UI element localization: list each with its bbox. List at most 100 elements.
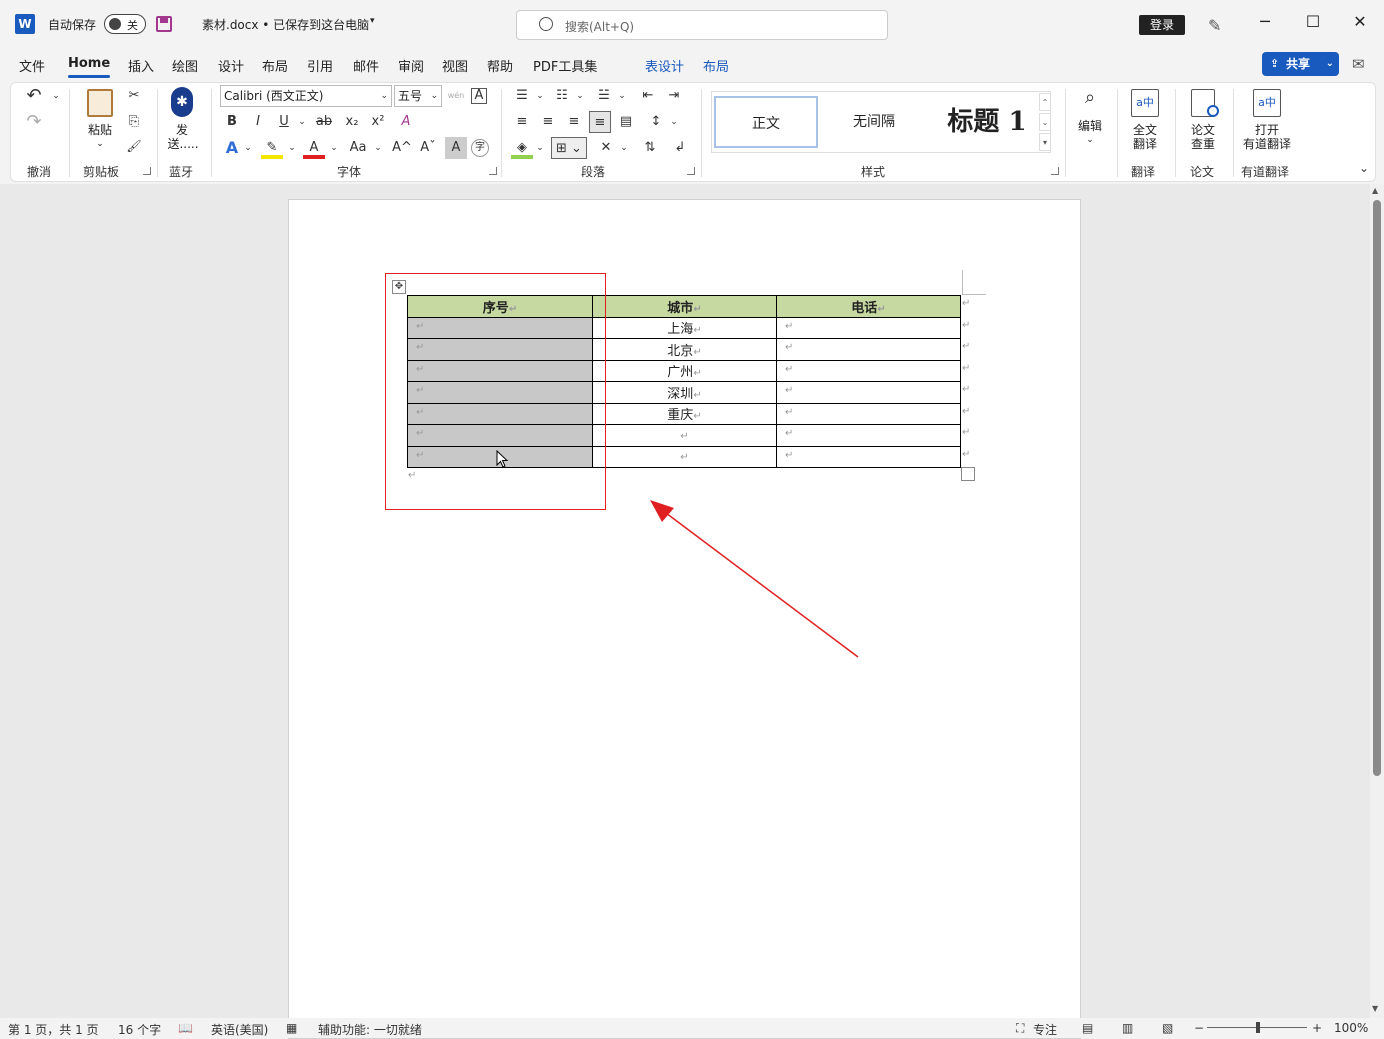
bold-button[interactable]: B [221,111,243,133]
table-cell[interactable]: ↵ [776,359,961,382]
sort-icon[interactable]: ⇅ [639,137,661,159]
cut-icon[interactable]: ✂ [123,85,145,107]
comment-icon[interactable]: ✉ [1352,55,1365,73]
open-label[interactable]: 打开 [1241,123,1293,137]
zoom-slider-thumb[interactable] [1256,1022,1260,1033]
superscript-button[interactable]: x² [367,111,389,133]
web-layout-icon[interactable]: ▧ [1162,1021,1173,1035]
paste-button-label[interactable]: 粘贴 [85,123,115,137]
align-center-icon[interactable]: ≡ [537,111,559,133]
decrease-indent-icon[interactable]: ⇤ [637,85,659,107]
tab-draw[interactable]: 绘图 [172,56,198,75]
zoom-in-button[interactable]: + [1312,1021,1322,1035]
chevron-down-icon[interactable]: ⌄ [613,137,635,159]
tab-table-design[interactable]: 表设计 [645,56,684,75]
chevron-down-icon[interactable]: ⌄ [291,111,313,133]
grow-font-icon[interactable]: A^ [391,137,413,159]
send-label-2[interactable]: 送..... [165,137,201,151]
align-left-icon[interactable]: ≡ [511,111,533,133]
search-icon[interactable]: ⌕ [1079,87,1101,109]
chevron-down-icon[interactable]: ⌄ [367,137,389,159]
strikethrough-button[interactable]: ab [313,111,335,133]
tab-file[interactable]: 文件 [19,56,45,75]
dialog-launcher-icon[interactable] [1051,167,1059,175]
table-cell[interactable]: ↵ [592,445,777,468]
scroll-up-icon[interactable]: ▲ [1372,186,1378,195]
language[interactable]: 英语(美国) [211,1021,268,1038]
copy-icon[interactable]: ⎘ [123,111,145,133]
focus-mode[interactable]: 专注 [1033,1021,1057,1038]
login-button[interactable]: 登录 [1139,15,1185,35]
maximize-button[interactable]: ☐ [1298,12,1328,31]
scroll-down-icon[interactable]: ▼ [1372,1004,1378,1013]
italic-button[interactable]: I [247,111,269,133]
table-cell[interactable]: 上海↵ [592,316,777,339]
scrollbar-thumb[interactable] [1373,200,1381,776]
table-cell[interactable]: ↵ [776,316,961,339]
styles-scroll-up-icon[interactable]: ⌃ [1039,93,1051,111]
collapse-ribbon-icon[interactable]: ⌄ [1353,157,1375,179]
tab-table-layout[interactable]: 布局 [703,56,729,75]
font-size-select[interactable]: 五号 ⌄ [394,85,442,107]
autosave-toggle[interactable]: 关 [104,14,146,34]
pen-icon[interactable]: ✎ [1208,16,1221,35]
phonetic-guide-icon[interactable]: wén [445,85,467,107]
chevron-down-icon[interactable]: ⌄ [237,137,259,159]
chevron-down-icon[interactable]: ⌄ [93,137,107,151]
chevron-down-icon[interactable]: ⌄ [45,85,67,107]
youdao-label[interactable]: 有道翻译 [1239,137,1295,151]
table-cell[interactable]: 北京↵ [592,338,777,361]
focus-icon[interactable]: ⛶ [1016,1021,1024,1036]
dialog-launcher-icon[interactable] [143,167,151,175]
chevron-down-icon[interactable]: ⌄ [323,137,345,159]
shrink-font-icon[interactable]: Aˇ [417,137,439,159]
proofing-icon[interactable]: 📖 [178,1021,193,1035]
table-cell[interactable]: ↵ [776,381,961,404]
macro-icon[interactable]: ▦ [286,1021,297,1035]
chevron-down-icon[interactable]: ⌄ [529,137,551,159]
style-heading-1[interactable]: 标题 1 [932,96,1042,148]
zoom-out-button[interactable]: − [1194,1021,1204,1035]
clear-format-icon[interactable]: A [395,111,417,133]
chevron-down-icon[interactable]: ⌄ [663,111,685,133]
translate-icon[interactable]: a中 [1131,89,1159,117]
word-count[interactable]: 16 个字 [118,1021,161,1038]
accessibility-status[interactable]: 辅助功能: 一切就绪 [318,1021,422,1038]
font-name-select[interactable]: Calibri (西文正文) ⌄ [220,85,392,107]
tab-layout[interactable]: 布局 [262,56,288,75]
bluetooth-icon[interactable]: ✱ [171,87,193,117]
paper-check-label[interactable]: 查重 [1185,137,1221,151]
table-cell[interactable]: ↵ [776,402,961,425]
table-cell[interactable]: ↵ [776,338,961,361]
send-label[interactable]: 发 [171,123,193,137]
chevron-down-icon[interactable]: ⌄ [529,85,551,107]
enclose-char-icon[interactable]: 字 [471,139,489,157]
edit-button-label[interactable]: 编辑 [1071,119,1109,133]
table-cell[interactable]: 深圳↵ [592,381,777,404]
page-count[interactable]: 第 1 页，共 1 页 [8,1021,99,1038]
tab-references[interactable]: 引用 [307,56,333,75]
chevron-down-icon[interactable]: ⌄ [281,137,303,159]
read-mode-icon[interactable]: ▤ [1082,1021,1093,1035]
style-normal[interactable]: 正文 [714,96,818,148]
styles-scroll-down-icon[interactable]: ⌄ [1039,113,1051,131]
tab-home[interactable]: Home [68,56,111,78]
tab-pdf-tools[interactable]: PDF工具集 [533,56,597,75]
highlight-icon[interactable]: ✎ [261,137,283,159]
full-translate-label-2[interactable]: 翻译 [1127,137,1163,151]
tab-design[interactable]: 设计 [218,56,244,75]
align-right-icon[interactable]: ≡ [563,111,585,133]
char-border-icon[interactable]: A [471,88,487,104]
subscript-button[interactable]: x₂ [341,111,363,133]
chevron-down-icon[interactable]: ⌄ [1326,52,1334,76]
vertical-scrollbar[interactable]: ▲ ▼ [1370,184,1384,1018]
chevron-down-icon[interactable]: ▾ [370,16,375,26]
table-cell[interactable]: ↵ [776,424,961,447]
full-translate-label[interactable]: 全文 [1127,123,1163,137]
distributed-icon[interactable]: ▤ [615,111,637,133]
minimize-button[interactable]: ─ [1250,12,1280,31]
dialog-launcher-icon[interactable] [489,167,497,175]
undo-icon[interactable]: ↶ [23,85,45,107]
tab-insert[interactable]: 插入 [128,56,154,75]
increase-indent-icon[interactable]: ⇥ [663,85,685,107]
